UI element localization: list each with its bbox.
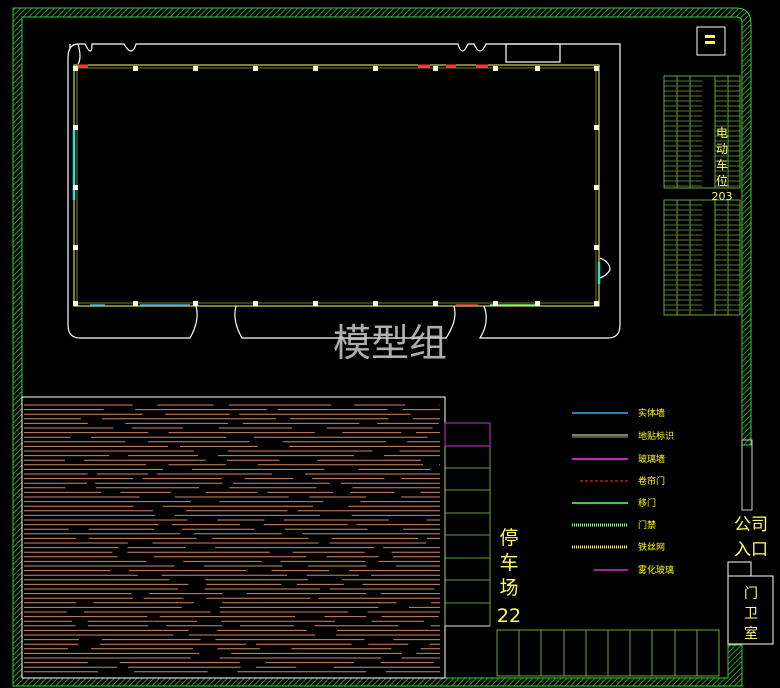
lot-label-line2: 车 (499, 552, 518, 574)
lot-label-line1: 停 (499, 527, 518, 549)
north-marker (696, 26, 726, 56)
ev-label-line2: 动 (716, 142, 728, 156)
entrance-label: 公司 入口 (734, 515, 768, 560)
solid-walls (72, 130, 601, 306)
legend-labels: 实体墙 地贴标识 玻璃墙 卷帘门 移门 门禁 铁丝网 雾化玻璃 (638, 407, 674, 576)
building-inner-wall (73, 64, 600, 307)
legend-label-glass-wall: 玻璃墙 (638, 453, 665, 465)
entrance-line2: 入口 (734, 540, 768, 560)
roller-doors (78, 64, 488, 306)
guard-line2: 卫 (744, 606, 758, 622)
parking-lot-lines (24, 404, 440, 673)
legend-label-sliding-door: 移门 (638, 497, 656, 509)
parking-stalls-bottom (496, 629, 720, 677)
ev-label-line3: 车 (716, 157, 728, 172)
guard-line1: 门 (744, 586, 758, 602)
legend-label-access-control: 门禁 (638, 519, 656, 531)
ev-label-line1: 电 (716, 126, 728, 140)
legend-label-roller-door: 卷帘门 (638, 475, 665, 487)
legend-label-wire-fence: 铁丝网 (638, 541, 665, 553)
parking-stalls-column (444, 422, 491, 627)
legend-label-solid-wall: 实体墙 (638, 407, 665, 419)
guard-line3: 室 (744, 625, 758, 642)
watermark-text: 模型组 (333, 321, 447, 365)
building-outline (67, 43, 621, 339)
site-plan: 实体墙 地贴标识 玻璃墙 卷帘门 移门 门禁 铁丝网 雾化玻璃 电 动 车 位 … (12, 7, 774, 687)
glass-room (444, 422, 491, 447)
parking-lot-label: 停 车 场 22 (497, 527, 521, 627)
columns (73, 66, 599, 306)
ev-label-count: 203 (712, 190, 733, 203)
lot-label-count: 22 (497, 605, 521, 627)
legend-lines (572, 412, 628, 571)
legend-label-frosted-glass: 雾化玻璃 (638, 564, 674, 576)
legend-label-floor-marking: 地贴标识 (638, 430, 674, 442)
guard-room-label: 门 卫 室 (744, 586, 758, 642)
parking-lot-area (21, 396, 446, 679)
entrance-line1: 公司 (734, 515, 768, 535)
lot-label-line3: 场 (499, 577, 518, 599)
ev-label-line4: 位 (716, 173, 728, 188)
